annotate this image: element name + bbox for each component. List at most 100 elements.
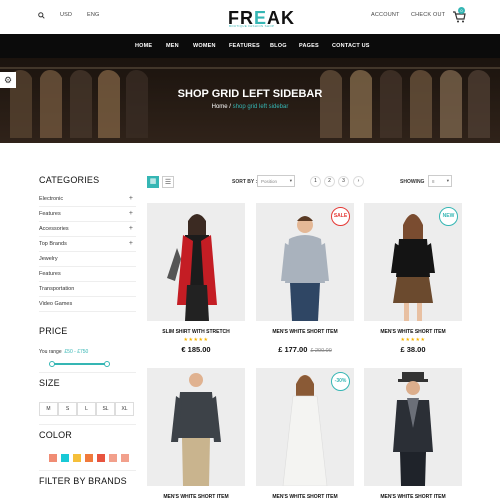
product-price: € 185.00 <box>181 345 211 354</box>
category-label: Features <box>39 211 61 217</box>
breadcrumb-current: shop grid left sidebar <box>232 104 289 110</box>
showing-label: SHOWING <box>400 179 425 185</box>
list-view-icon[interactable]: ☰ <box>162 176 174 188</box>
product-name[interactable]: SLIM SHIRT WITH STRETCH <box>147 329 245 335</box>
price-slider-max-handle[interactable] <box>104 361 110 367</box>
category-item[interactable]: Jewelry <box>39 252 136 267</box>
color-heading: COLOR <box>39 430 73 440</box>
language-select[interactable]: ENG <box>87 12 100 18</box>
top-bar: USD ENG FREAK BOUTIQUE FASHION SHOP ACCO… <box>0 0 500 34</box>
category-label: Features <box>39 271 61 277</box>
product-name[interactable]: MEN'S WHITE SHORT ITEM <box>256 494 354 500</box>
sort-label: SORT BY : <box>232 179 258 185</box>
categories-heading: CATEGORIES <box>39 175 100 185</box>
nav-item-men[interactable]: MEN <box>166 43 179 49</box>
size-option[interactable]: L <box>77 402 96 416</box>
category-item[interactable]: Top Brands + <box>39 237 136 252</box>
price-current: £ 177.00 <box>278 345 308 354</box>
product-price: £ 177.00 £ 200.00 <box>256 345 354 354</box>
product-name[interactable]: MEN'S WHITE SHORT ITEM <box>256 329 354 335</box>
sale-badge: SALE <box>331 207 350 226</box>
size-option[interactable]: M <box>39 402 58 416</box>
page-title: SHOP GRID LEFT SIDEBAR <box>177 88 323 100</box>
currency-select[interactable]: USD <box>60 12 72 18</box>
color-swatch[interactable] <box>49 454 57 462</box>
new-badge: NEW <box>439 207 458 226</box>
brands-heading: FILTER BY BRANDS <box>39 476 127 486</box>
divider <box>39 424 136 425</box>
category-item[interactable]: Electronic + <box>39 192 136 207</box>
price-old: £ 200.00 <box>310 348 332 354</box>
category-item[interactable]: Video Games <box>39 297 136 312</box>
product-image[interactable] <box>147 203 245 321</box>
size-option[interactable]: S <box>58 402 77 416</box>
chevron-down-icon: ▾ <box>446 178 449 183</box>
color-swatch[interactable] <box>73 454 81 462</box>
product-photo-man-grey-sweater <box>171 373 221 486</box>
grid-view-icon[interactable]: ▦ <box>147 176 159 188</box>
nav-item-pages[interactable]: PAGES <box>299 43 319 49</box>
category-label: Jewelry <box>39 256 58 262</box>
product-image[interactable]: SALE <box>256 203 354 321</box>
category-label: Transportation <box>39 286 75 292</box>
search-icon[interactable] <box>38 12 45 19</box>
divider <box>39 372 136 373</box>
hero-background <box>0 58 500 143</box>
color-swatch[interactable] <box>109 454 117 462</box>
product-image[interactable]: NEW <box>364 203 462 321</box>
page-1-button[interactable]: 1 <box>310 176 321 187</box>
price-slider-min-handle[interactable] <box>49 361 55 367</box>
category-item[interactable]: Transportation <box>39 282 136 297</box>
color-swatch[interactable] <box>85 454 93 462</box>
nav-item-blog[interactable]: BLOG <box>270 43 287 49</box>
next-page-button[interactable]: › <box>353 176 364 187</box>
color-swatch[interactable] <box>121 454 129 462</box>
product-image[interactable] <box>364 368 462 486</box>
category-item[interactable]: Features + <box>39 207 136 222</box>
settings-gear-icon[interactable]: ⚙ <box>0 72 16 88</box>
expand-plus-icon[interactable]: + <box>129 240 133 247</box>
size-option[interactable]: XL <box>115 402 134 416</box>
checkout-link[interactable]: CHECK OUT <box>411 12 445 18</box>
product-name[interactable]: MEN'S WHITE SHORT ITEM <box>364 494 462 500</box>
category-label: Accessories <box>39 226 69 232</box>
chevron-down-icon: ▾ <box>289 178 292 183</box>
color-swatch[interactable] <box>61 454 69 462</box>
price-slider-track[interactable] <box>52 363 108 365</box>
product-name[interactable]: MEN'S WHITE SHORT ITEM <box>147 494 245 500</box>
page-2-button[interactable]: 2 <box>324 176 335 187</box>
product-rating: ★★★★★ <box>400 337 426 343</box>
product-price: £ 38.00 <box>400 345 426 354</box>
expand-plus-icon[interactable]: + <box>129 195 133 202</box>
nav-item-women[interactable]: WOMEN <box>193 43 216 49</box>
product-photo-man-hat-scarf <box>393 372 433 486</box>
price-heading: PRICE <box>39 326 68 336</box>
page-3-button[interactable]: 3 <box>338 176 349 187</box>
size-option[interactable]: SL <box>96 402 115 416</box>
expand-plus-icon[interactable]: + <box>129 225 133 232</box>
breadcrumb-home[interactable]: Home <box>212 104 228 110</box>
product-name[interactable]: MEN'S WHITE SHORT ITEM <box>364 329 462 335</box>
price-label: You range <box>39 349 62 355</box>
category-item[interactable]: Accessories + <box>39 222 136 237</box>
discount-badge: -30% <box>331 372 350 391</box>
category-label: Video Games <box>39 301 73 307</box>
nav-item-home[interactable]: HOME <box>135 43 152 49</box>
price-range-value: £50 - £750 <box>64 349 89 355</box>
color-swatch[interactable] <box>97 454 105 462</box>
expand-plus-icon[interactable]: + <box>129 210 133 217</box>
price-range-label: You range £50 - £750 <box>39 349 88 355</box>
account-link[interactable]: ACCOUNT <box>371 12 400 18</box>
hero-banner: SHOP GRID LEFT SIDEBAR Home / shop grid … <box>0 58 500 143</box>
cart-count-badge: 0 <box>458 7 465 14</box>
product-photo-woman-red-cardigan <box>167 214 217 321</box>
showing-value: 8 <box>432 179 435 184</box>
showing-select[interactable]: 8 ▾ <box>428 175 452 187</box>
nav-item-features[interactable]: FEATURES <box>229 43 260 49</box>
product-image[interactable]: -30% <box>256 368 354 486</box>
sort-select[interactable]: Position ▾ <box>257 175 295 187</box>
category-item[interactable]: Features <box>39 267 136 282</box>
nav-item-contact[interactable]: CONTACT US <box>332 43 370 49</box>
category-label: Top Brands <box>39 241 67 247</box>
product-image[interactable] <box>147 368 245 486</box>
